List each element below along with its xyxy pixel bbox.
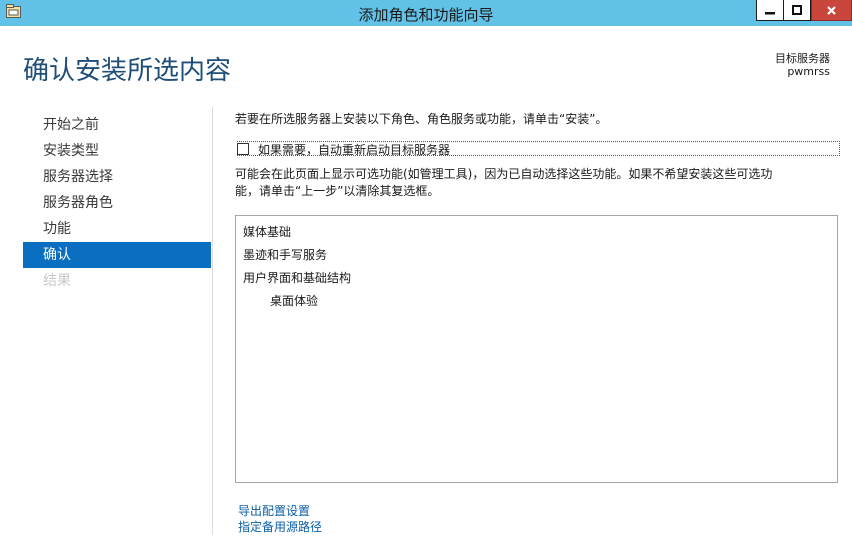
nav-item-results: 结果	[43, 273, 71, 289]
feature-item: 墨迹和手写服务	[243, 248, 328, 262]
page-title: 确认安装所选内容	[23, 56, 232, 86]
selected-features-list[interactable]: 媒体基础 墨迹和手写服务 用户界面和基础结构 桌面体验	[235, 215, 838, 483]
note-line-2: 能，请单击“上一步”以清除其复选框。	[235, 184, 440, 198]
restore-icon	[792, 5, 802, 15]
alternate-source-path-link[interactable]: 指定备用源路径	[238, 518, 322, 535]
restart-option[interactable]: 如果需要，自动重新启动目标服务器	[237, 141, 840, 158]
nav-divider	[212, 107, 213, 535]
window-title: 添加角色和功能向导	[358, 6, 494, 24]
feature-item-child: 桌面体验	[270, 294, 319, 308]
nav-item-server-selection[interactable]: 服务器选择	[23, 164, 211, 190]
wizard-nav: 开始之前 安装类型 服务器选择 服务器角色 功能 确认 结果	[23, 112, 211, 294]
title-bar: 添加角色和功能向导	[0, 0, 852, 26]
target-server-label: 目标服务器	[775, 52, 830, 65]
minimize-button[interactable]	[756, 0, 784, 21]
instruction-text: 若要在所选服务器上安装以下角色、角色服务或功能，请单击“安装”。	[235, 112, 608, 126]
nav-item-before-you-begin[interactable]: 开始之前	[23, 112, 211, 138]
export-configuration-link[interactable]: 导出配置设置	[238, 502, 310, 519]
maximize-button[interactable]	[783, 0, 811, 21]
optional-features-note: 可能会在此页面上显示可选功能(如管理工具)，因为已自动选择这些功能。如果不希望安…	[235, 166, 835, 200]
note-line-1: 可能会在此页面上显示可选功能(如管理工具)，因为已自动选择这些功能。如果不希望安…	[235, 167, 773, 181]
feature-item: 媒体基础	[243, 225, 292, 239]
target-server-name: pwmrss	[787, 65, 830, 78]
nav-item-server-roles[interactable]: 服务器角色	[23, 190, 211, 216]
nav-item-confirmation[interactable]: 确认	[23, 242, 211, 268]
nav-item-installation-type[interactable]: 安装类型	[23, 138, 211, 164]
feature-item: 用户界面和基础结构	[243, 271, 352, 285]
close-button[interactable]	[811, 0, 852, 21]
restart-checkbox-label[interactable]: 如果需要，自动重新启动目标服务器	[258, 141, 450, 158]
nav-item-features[interactable]: 功能	[23, 216, 211, 242]
close-icon	[827, 5, 836, 15]
restart-checkbox[interactable]	[237, 143, 249, 155]
minimize-icon	[765, 12, 775, 15]
